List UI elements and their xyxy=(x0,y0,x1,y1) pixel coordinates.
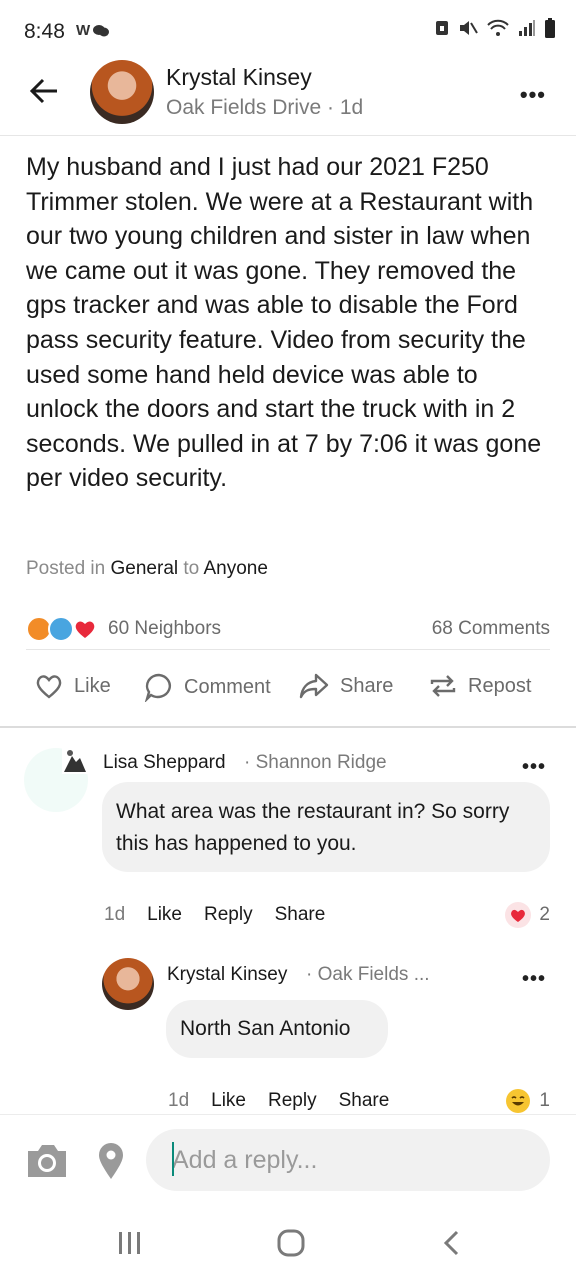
comment-label: Comment xyxy=(184,675,271,698)
comment-time: 1d xyxy=(104,904,126,925)
to-prefix: to xyxy=(183,558,200,579)
divider xyxy=(0,726,576,728)
posted-in: Posted in General to Anyone xyxy=(26,558,268,580)
heart-emoji-icon xyxy=(75,621,95,638)
notification-w-icon: W xyxy=(76,22,90,39)
neighbors-count[interactable]: 60 Neighbors xyxy=(108,618,221,640)
comment-reaction[interactable]: 2 xyxy=(505,902,550,928)
share-button[interactable]: Share xyxy=(298,672,393,700)
comment-bubble-icon xyxy=(144,673,171,702)
like-button[interactable]: Like xyxy=(34,672,111,700)
reply-time: 1d xyxy=(168,1090,190,1111)
comment-author[interactable]: Lisa Sheppard xyxy=(103,752,226,774)
comment-location-text[interactable]: Shannon Ridge xyxy=(256,752,387,773)
meta-separator: · xyxy=(327,96,340,119)
signal-icon xyxy=(519,20,535,36)
post-header: Krystal Kinsey Oak Fields Drive · 1d ••• xyxy=(0,56,576,136)
more-options-icon[interactable]: ••• xyxy=(520,82,546,108)
author-avatar[interactable] xyxy=(90,60,154,124)
reply-author-avatar[interactable] xyxy=(102,958,154,1010)
like-label: Like xyxy=(74,674,111,697)
chat-bubble-icon xyxy=(93,25,110,37)
share-arrow-icon xyxy=(299,673,329,699)
comment-bubble: What area was the restaurant in? So sorr… xyxy=(102,782,550,872)
reply-bubble: North San Antonio xyxy=(166,1000,388,1058)
reaction-emojis[interactable] xyxy=(26,616,106,644)
lock-badge-icon xyxy=(436,21,448,35)
reply-more-icon[interactable]: ••• xyxy=(522,968,546,991)
heart-reaction-icon xyxy=(505,902,532,928)
reply-location: · Oak Fields ... xyxy=(306,964,430,986)
reactions-row: 60 Neighbors 68 Comments xyxy=(26,610,550,650)
comment-button[interactable]: Comment xyxy=(144,672,271,702)
status-bar: 8:48 W xyxy=(0,0,576,56)
reply-reply-button[interactable]: Reply xyxy=(268,1090,317,1112)
reply-bar xyxy=(0,1114,576,1208)
battery-icon xyxy=(545,18,555,38)
repost-label: Repost xyxy=(468,674,532,697)
comment-more-icon[interactable]: ••• xyxy=(522,756,546,779)
reply-location-text[interactable]: Oak Fields ... xyxy=(318,964,430,985)
meta-separator: · xyxy=(306,964,318,985)
recent-apps-icon[interactable] xyxy=(116,1228,144,1258)
back-arrow-icon[interactable] xyxy=(28,74,62,108)
comments-count[interactable]: 68 Comments xyxy=(432,618,550,640)
post-actions: Like Comment Share Repost xyxy=(0,660,576,720)
mute-icon xyxy=(460,21,478,35)
repost-button[interactable]: Repost xyxy=(428,672,531,700)
author-location[interactable]: Oak Fields Drive xyxy=(166,96,321,119)
android-nav-bar xyxy=(0,1210,576,1280)
posted-in-prefix: Posted in xyxy=(26,558,106,579)
comment-share-button[interactable]: Share xyxy=(275,904,326,926)
author-name[interactable]: Krystal Kinsey xyxy=(166,64,312,91)
wifi-icon xyxy=(487,19,509,36)
reply-author[interactable]: Krystal Kinsey xyxy=(167,964,287,986)
reply-actions: 1d Like Reply Share xyxy=(168,1090,389,1112)
comment-actions: 1d Like Reply Share xyxy=(104,904,325,926)
audience-link[interactable]: Anyone xyxy=(204,558,268,579)
reply-share-button[interactable]: Share xyxy=(339,1090,390,1112)
reaction-count: 1 xyxy=(539,1090,550,1111)
category-link[interactable]: General xyxy=(111,558,179,579)
reply-reaction[interactable]: 1 xyxy=(505,1088,550,1114)
reply-input[interactable] xyxy=(146,1129,550,1191)
meta-separator: · xyxy=(244,752,256,773)
notification-icons: W xyxy=(76,22,110,39)
text-cursor xyxy=(172,1142,174,1176)
heart-outline-icon xyxy=(36,675,62,699)
post-age: 1d xyxy=(339,96,364,119)
comment-reply-button[interactable]: Reply xyxy=(204,904,253,926)
share-label: Share xyxy=(340,674,394,697)
home-icon[interactable] xyxy=(276,1228,306,1258)
location-pin-icon[interactable] xyxy=(96,1141,126,1181)
comment-location: · Shannon Ridge xyxy=(244,752,387,774)
sad-emoji-icon xyxy=(48,616,74,642)
back-nav-icon[interactable] xyxy=(440,1228,464,1258)
reply-like-button[interactable]: Like xyxy=(211,1090,246,1112)
grin-emoji-icon xyxy=(506,1089,531,1113)
reaction-count: 2 xyxy=(539,904,550,925)
commenter-photo-icon xyxy=(62,748,88,774)
camera-icon[interactable] xyxy=(24,1141,70,1181)
author-meta: Oak Fields Drive · 1d xyxy=(166,96,363,120)
status-time: 8:48 xyxy=(24,20,65,43)
repost-icon xyxy=(430,675,456,697)
status-icons xyxy=(434,18,556,38)
comment-like-button[interactable]: Like xyxy=(147,904,182,926)
post-body: My husband and I just had our 2021 F250 … xyxy=(26,153,542,493)
